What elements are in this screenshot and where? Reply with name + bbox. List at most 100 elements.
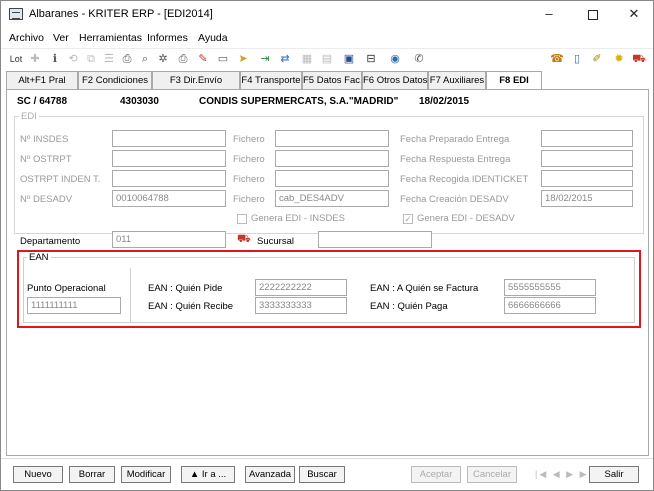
ostrpt-fichero-field[interactable] bbox=[275, 150, 389, 167]
fecha-creacion-field[interactable]: 18/02/2015 bbox=[541, 190, 633, 207]
genera-desadv-label: Genera EDI - DESADV bbox=[417, 213, 515, 224]
genera-desadv-checkbox[interactable]: ✓ bbox=[403, 214, 413, 224]
ostrpt-indent-field[interactable] bbox=[112, 170, 226, 187]
tab-condiciones[interactable]: F2 Condiciones bbox=[78, 71, 152, 89]
document-icon[interactable]: ⊟ bbox=[363, 52, 379, 67]
minimize-button[interactable]: – bbox=[531, 1, 567, 27]
doc-number: SC / 64788 bbox=[17, 96, 68, 107]
copy-icon[interactable]: ⧉ bbox=[83, 52, 99, 67]
ean-factura-label: EAN : A Quién se Factura bbox=[370, 283, 479, 294]
tab-auxiliares[interactable]: F7 Auxiliares bbox=[428, 71, 486, 89]
tab-otros-datos[interactable]: F6 Otros Datos bbox=[362, 71, 428, 89]
genera-insdes-label: Genera EDI - INSDES bbox=[251, 213, 345, 224]
genera-insdes-checkbox[interactable] bbox=[237, 214, 247, 224]
ean-paga-label: EAN : Quién Paga bbox=[370, 301, 448, 312]
tab-transporte[interactable]: F4 Transporte bbox=[240, 71, 302, 89]
info-icon[interactable]: ℹ bbox=[47, 52, 63, 67]
tab-datos-fac[interactable]: F5 Datos Fac. bbox=[302, 71, 362, 89]
list-icon[interactable]: ☰ bbox=[101, 52, 117, 67]
desadv-fichero-label: Fichero bbox=[233, 194, 265, 205]
ir-a-button[interactable]: ▲ Ir a ... bbox=[181, 466, 235, 483]
export-icon[interactable]: ⇥ bbox=[257, 52, 273, 67]
fecha-recogida-label: Fecha Recogida IDENTICKET bbox=[400, 174, 529, 185]
fecha-preparado-label: Fecha Preparado Entrega bbox=[400, 134, 510, 145]
desadv-fichero-field[interactable]: cab_DES4ADV bbox=[275, 190, 389, 207]
fecha-preparado-field[interactable] bbox=[541, 130, 633, 147]
print-icon[interactable]: ⎙ bbox=[119, 52, 135, 67]
menu-ver[interactable]: Ver bbox=[53, 32, 69, 44]
car-icon[interactable]: ⛟ bbox=[631, 52, 647, 67]
avanzada-button[interactable]: Avanzada bbox=[245, 466, 295, 483]
indent-fichero-label: Fichero bbox=[233, 174, 265, 185]
window-title: Albaranes - KRITER ERP - [EDI2014] bbox=[29, 8, 213, 20]
punto-operacional-field[interactable]: 1111111111 bbox=[27, 297, 121, 314]
transfer-icon[interactable]: ⇄ bbox=[277, 52, 293, 67]
phone-orange-icon[interactable]: ☎ bbox=[549, 52, 565, 67]
fecha-recogida-field[interactable] bbox=[541, 170, 633, 187]
buscar-button[interactable]: Buscar bbox=[299, 466, 345, 483]
ean-pide-field[interactable]: 2222222222 bbox=[255, 279, 347, 296]
rectangle-icon[interactable]: ▭ bbox=[215, 52, 231, 67]
lot-icon[interactable]: Lot bbox=[7, 52, 25, 67]
menu-ayuda[interactable]: Ayuda bbox=[198, 32, 228, 44]
departamento-field[interactable]: 011 bbox=[112, 231, 226, 248]
menu-informes[interactable]: Informes bbox=[147, 32, 188, 44]
sucursal-search-icon[interactable]: ⛟ bbox=[237, 233, 251, 247]
ean-paga-field[interactable]: 6666666666 bbox=[504, 297, 596, 314]
desadv-field[interactable]: 0010064788 bbox=[112, 190, 226, 207]
toolbar: Lot ✚ ℹ ⟲ ⧉ ☰ ⎙ ⌕ ✲ ⎙ ✎ ▭ ➤ ⇥ ⇄ ▦ ▤ ▣ ⊟ … bbox=[1, 48, 653, 70]
edi-legend: EDI bbox=[19, 111, 39, 122]
sucursal-field[interactable] bbox=[318, 231, 432, 248]
tab-dir-envio[interactable]: F3 Dir.Envío bbox=[152, 71, 240, 89]
nuevo-button[interactable]: Nuevo bbox=[13, 466, 63, 483]
app-window: Albaranes - KRITER ERP - [EDI2014] – ✕ A… bbox=[0, 0, 654, 491]
punto-operacional-label: Punto Operacional bbox=[27, 283, 106, 294]
pointer-icon[interactable]: ➤ bbox=[235, 52, 251, 67]
cancelar-button[interactable]: Cancelar bbox=[467, 466, 517, 483]
grid-icon[interactable]: ▤ bbox=[319, 52, 335, 67]
maximize-icon bbox=[588, 9, 598, 20]
indent-fichero-field[interactable] bbox=[275, 170, 389, 187]
tree-icon[interactable]: ▣ bbox=[341, 52, 357, 67]
preview-icon[interactable]: ⌕ bbox=[137, 52, 153, 67]
bottom-bar: Nuevo Borrar Modificar ▲ Ir a ... Avanza… bbox=[1, 458, 653, 490]
tab-pral[interactable]: Alt+F1 Pral bbox=[6, 71, 78, 89]
close-button[interactable]: ✕ bbox=[616, 1, 652, 27]
client-name: CONDIS SUPERMERCATS, S.A."MADRID" bbox=[199, 96, 399, 107]
maximize-button[interactable] bbox=[575, 1, 611, 27]
tab-bar: Alt+F1 Pral F2 Condiciones F3 Dir.Envío … bbox=[6, 71, 649, 90]
add-icon[interactable]: ✚ bbox=[27, 52, 43, 67]
menu-archivo[interactable]: Archivo bbox=[9, 32, 44, 44]
history-icon[interactable]: ⟲ bbox=[65, 52, 81, 67]
calculator-icon[interactable]: ▦ bbox=[299, 52, 315, 67]
ostrpt-field[interactable] bbox=[112, 150, 226, 167]
eye-icon[interactable]: ◉ bbox=[387, 52, 403, 67]
ostrpt-indent-label: OSTRPT INDEN T. bbox=[20, 174, 101, 185]
title-bar: Albaranes - KRITER ERP - [EDI2014] – ✕ bbox=[1, 1, 653, 27]
ean-recibe-label: EAN : Quién Recibe bbox=[148, 301, 234, 312]
insdes-fichero-field[interactable] bbox=[275, 130, 389, 147]
attach-icon[interactable]: ✐ bbox=[589, 52, 605, 67]
print-alt-icon[interactable]: ⎙ bbox=[175, 52, 191, 67]
settings-icon[interactable]: ✲ bbox=[155, 52, 171, 67]
ean-factura-field[interactable]: 5555555555 bbox=[504, 279, 596, 296]
edit-icon[interactable]: ✎ bbox=[195, 52, 211, 67]
phone-icon[interactable]: ✆ bbox=[411, 52, 427, 67]
record-navigation[interactable]: |◀ ◀ ▶ ▶| bbox=[535, 469, 593, 480]
modificar-button[interactable]: Modificar bbox=[121, 466, 171, 483]
sucursal-label: Sucursal bbox=[257, 236, 294, 247]
ean-recibe-field[interactable]: 3333333333 bbox=[255, 297, 347, 314]
fecha-respuesta-label: Fecha Respuesta Entrega bbox=[400, 154, 511, 165]
app-icon bbox=[9, 8, 23, 20]
salir-button[interactable]: Salir bbox=[589, 466, 639, 483]
fecha-respuesta-field[interactable] bbox=[541, 150, 633, 167]
tab-edi[interactable]: F8 EDI bbox=[486, 71, 542, 90]
battery-icon[interactable]: ▯ bbox=[569, 52, 585, 67]
insdes-field[interactable] bbox=[112, 130, 226, 147]
departamento-label: Departamento bbox=[20, 236, 81, 247]
aceptar-button[interactable]: Aceptar bbox=[411, 466, 461, 483]
menu-herramientas[interactable]: Herramientas bbox=[79, 32, 142, 44]
insdes-fichero-label: Fichero bbox=[233, 134, 265, 145]
borrar-button[interactable]: Borrar bbox=[69, 466, 115, 483]
bulb-icon[interactable]: ✹ bbox=[611, 52, 627, 67]
